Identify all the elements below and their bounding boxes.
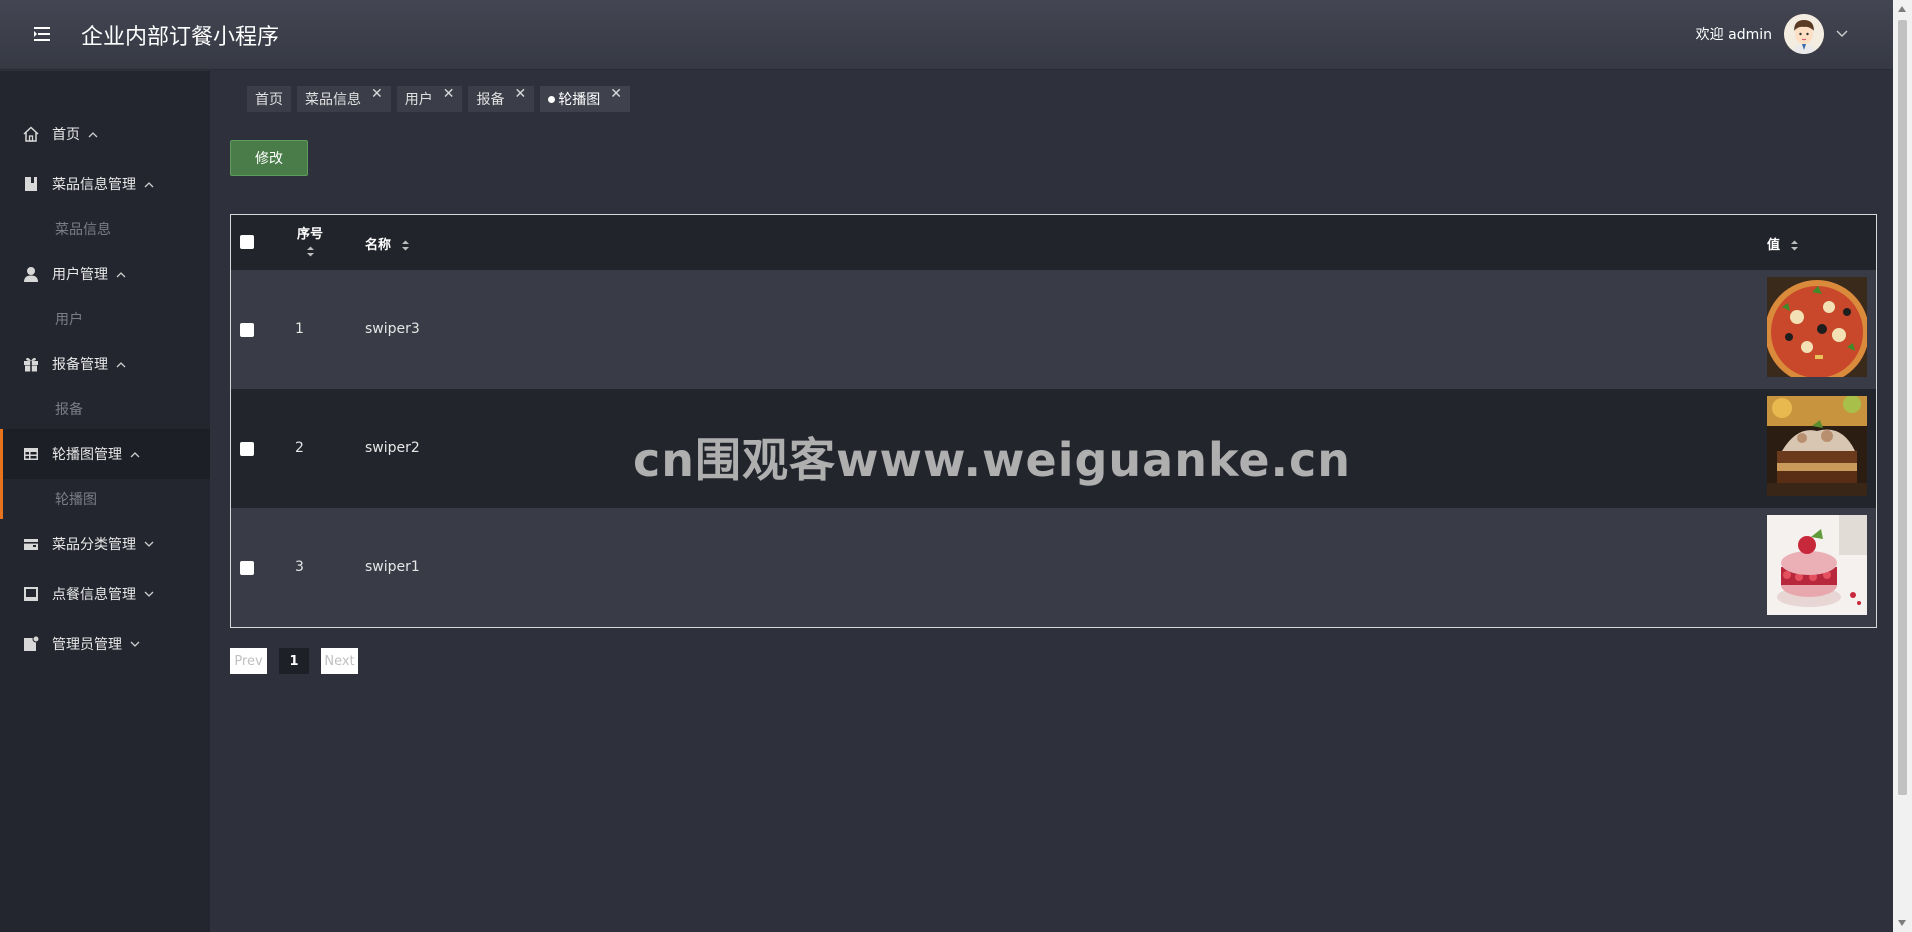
sidebar-item-home[interactable]: 首页: [0, 109, 210, 159]
column-label: 名称: [365, 238, 392, 253]
sidebar: 首页 菜品信息管理 菜品信息 用户管理 用户 报备管理 报备 轮播图管理 轮播图: [0, 71, 210, 932]
sidebar-subitem-report[interactable]: 报备: [55, 389, 83, 429]
table-icon: [22, 445, 40, 463]
sort-icon[interactable]: [306, 246, 315, 257]
tab-label: 报备: [476, 92, 505, 108]
sidebar-item-label: 菜品信息管理: [52, 177, 136, 193]
row-index: 1: [295, 321, 304, 337]
top-header: 企业内部订餐小程序 欢迎 admin: [0, 0, 1893, 70]
sidebar-item-label: 报备管理: [52, 357, 108, 373]
edit-button[interactable]: 修改: [230, 140, 308, 176]
user-menu[interactable]: 欢迎 admin: [1696, 14, 1848, 54]
sidebar-item-order-management[interactable]: 点餐信息管理: [0, 569, 210, 619]
app-title: 企业内部订餐小程序: [81, 25, 280, 50]
table-header: 序号 名称 值: [231, 215, 1876, 270]
page-scrollbar[interactable]: [1893, 0, 1912, 932]
wallet-icon: [22, 535, 40, 553]
close-icon[interactable]: ✕: [443, 87, 455, 101]
row-image-pizza[interactable]: [1767, 277, 1867, 377]
row-checkbox[interactable]: [240, 323, 254, 337]
row-image-macaron[interactable]: [1767, 515, 1867, 615]
scroll-down-arrow-icon[interactable]: [1898, 920, 1906, 926]
scroll-thumb[interactable]: [1898, 20, 1907, 795]
row-index: 2: [295, 440, 304, 456]
pagination: Prev 1 Next: [230, 648, 358, 674]
chevron-down-icon: [144, 541, 154, 547]
sidebar-subitem-user[interactable]: 用户: [55, 299, 83, 339]
prev-page-button[interactable]: Prev: [230, 648, 267, 674]
tab-dish-info[interactable]: 菜品信息 ✕: [297, 86, 391, 112]
user-icon: [22, 265, 40, 283]
chevron-up-icon: [144, 181, 154, 187]
chevron-up-icon: [116, 271, 126, 277]
gift-icon: [22, 355, 40, 373]
sidebar-item-dish-management[interactable]: 菜品信息管理: [0, 159, 210, 209]
book-icon: [22, 175, 40, 193]
sidebar-item-report-management[interactable]: 报备管理: [0, 339, 210, 389]
tab-bar: 首页 菜品信息 ✕ 用户 ✕ 报备 ✕ 轮播图 ✕: [247, 86, 630, 112]
row-name: swiper1: [365, 559, 420, 575]
inbox-icon: [22, 585, 40, 603]
chevron-up-icon: [116, 361, 126, 367]
sidebar-item-label: 管理员管理: [52, 637, 122, 653]
admin-icon: [22, 635, 40, 653]
sidebar-item-carousel-management[interactable]: 轮播图管理: [0, 429, 210, 479]
tab-label: 轮播图: [558, 92, 601, 108]
sidebar-item-label: 轮播图管理: [52, 447, 122, 463]
column-label: 序号: [296, 227, 323, 242]
row-index: 3: [295, 559, 304, 575]
scroll-up-arrow-icon[interactable]: [1898, 6, 1906, 12]
tab-home[interactable]: 首页: [247, 86, 291, 112]
home-icon: [22, 125, 40, 143]
select-all-checkbox[interactable]: [240, 235, 254, 249]
sidebar-item-label: 用户管理: [52, 267, 108, 283]
table-row[interactable]: 1 swiper3: [231, 270, 1876, 389]
sidebar-item-label: 点餐信息管理: [52, 587, 136, 603]
tab-label: 用户: [404, 92, 433, 108]
chevron-down-icon[interactable]: [1836, 30, 1848, 38]
welcome-text: 欢迎 admin: [1695, 27, 1772, 43]
sidebar-item-label: 首页: [52, 127, 80, 143]
current-page-button[interactable]: 1: [279, 648, 309, 674]
row-checkbox[interactable]: [240, 442, 254, 456]
tab-carousel[interactable]: 轮播图 ✕: [540, 86, 630, 112]
sidebar-subitem-dish-info[interactable]: 菜品信息: [55, 209, 111, 249]
row-name: swiper3: [365, 321, 420, 337]
chevron-up-icon: [88, 131, 98, 137]
table-row[interactable]: 3 swiper1: [231, 508, 1876, 627]
avatar[interactable]: [1784, 14, 1824, 54]
column-label: 值: [1767, 238, 1781, 253]
chevron-down-icon: [130, 641, 140, 647]
table-row[interactable]: 2 swiper2: [231, 389, 1876, 508]
next-page-button[interactable]: Next: [321, 648, 358, 674]
sidebar-subitem-carousel[interactable]: 轮播图: [0, 479, 210, 519]
row-checkbox[interactable]: [240, 561, 254, 575]
column-index[interactable]: 序号: [295, 223, 325, 257]
sidebar-item-user-management[interactable]: 用户管理: [0, 249, 210, 299]
row-image-cake-slice[interactable]: [1767, 396, 1867, 496]
close-icon[interactable]: ✕: [371, 87, 383, 101]
tab-label: 菜品信息: [305, 92, 361, 108]
active-dot-icon: [548, 95, 556, 103]
sort-icon[interactable]: [401, 240, 410, 251]
menu-toggle-icon[interactable]: [31, 24, 53, 44]
sidebar-item-category-management[interactable]: 菜品分类管理: [0, 519, 210, 569]
chevron-down-icon: [144, 591, 154, 597]
tab-user[interactable]: 用户 ✕: [396, 86, 463, 112]
column-value[interactable]: 值: [1767, 234, 1799, 253]
sort-icon[interactable]: [1790, 240, 1799, 251]
sidebar-item-admin-management[interactable]: 管理员管理: [0, 619, 210, 669]
row-name: swiper2: [365, 440, 420, 456]
close-icon[interactable]: ✕: [610, 87, 622, 101]
column-name[interactable]: 名称: [365, 234, 410, 253]
chevron-up-icon: [130, 451, 140, 457]
carousel-table: 序号 名称 值 1 swiper3 2 swiper2 3 swiper1: [230, 214, 1877, 628]
close-icon[interactable]: ✕: [514, 87, 526, 101]
tab-report[interactable]: 报备 ✕: [468, 86, 535, 112]
tab-label: 首页: [255, 92, 283, 108]
sidebar-item-label: 菜品分类管理: [52, 537, 136, 553]
